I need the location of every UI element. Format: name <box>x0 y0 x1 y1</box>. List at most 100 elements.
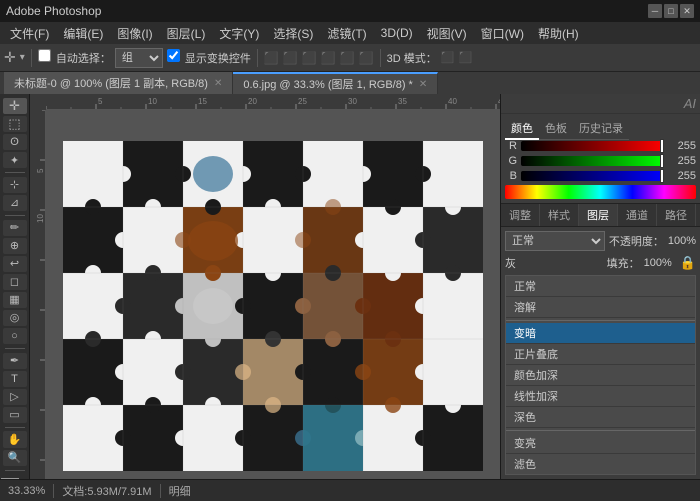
hand-tool[interactable]: ✋ <box>3 431 27 447</box>
r-slider-thumb[interactable] <box>660 139 664 153</box>
auto-select-label: 自动选择： <box>38 49 111 66</box>
ruler-vertical: 5 10 <box>30 110 46 501</box>
minimize-button[interactable]: ─ <box>648 4 662 18</box>
zoom-tool[interactable]: 🔍 <box>3 450 27 466</box>
menu-bar: 文件(F) 编辑(E) 图像(I) 图层(L) 文字(Y) 选择(S) 滤镜(T… <box>0 22 700 44</box>
eyedropper-tool[interactable]: ⊿ <box>3 195 27 211</box>
shape-tool[interactable]: ▭ <box>3 407 27 423</box>
tool-sep5 <box>5 470 25 471</box>
layer-options: 正常 不透明度： 100% 灰 填充： 100% 🔒 <box>501 227 700 275</box>
tab-style[interactable]: 样式 <box>540 204 579 226</box>
brush-tool[interactable]: ✏ <box>3 220 27 236</box>
b-slider-row: B 255 <box>505 170 696 182</box>
blend-linear-burn[interactable]: 线性加深 <box>506 386 695 407</box>
align-left-icon[interactable]: ⬛ <box>264 51 279 65</box>
move-tool-icon[interactable]: ✛ <box>4 49 16 66</box>
maximize-button[interactable]: □ <box>664 4 678 18</box>
align-center-icon[interactable]: ⬛ <box>283 51 298 65</box>
wand-tool[interactable]: ✦ <box>3 152 27 168</box>
blend-dark-color[interactable]: 深色 <box>506 407 695 428</box>
menu-layer[interactable]: 图层(L) <box>161 23 212 44</box>
pen-tool[interactable]: ✒ <box>3 353 27 369</box>
zoom-level: 33.33% <box>8 485 45 497</box>
blend-mode-select[interactable]: 正常 <box>505 231 605 251</box>
tab-paths[interactable]: 路径 <box>657 204 696 226</box>
menu-select[interactable]: 选择(S) <box>267 23 319 44</box>
move-tool[interactable]: ✛ <box>3 98 27 114</box>
close-tab2-icon[interactable]: ✕ <box>419 79 427 90</box>
r-slider-track[interactable] <box>521 141 664 151</box>
text-tool[interactable]: T <box>3 371 27 387</box>
title-bar: Adobe Photoshop ─ □ ✕ <box>0 0 700 22</box>
toolbar-sep3 <box>380 49 381 67</box>
show-controls-checkbox[interactable] <box>167 49 180 62</box>
menu-3d[interactable]: 3D(D) <box>375 24 419 42</box>
puzzle-image[interactable] <box>63 141 483 471</box>
align-bottom-icon[interactable]: ⬛ <box>359 51 374 65</box>
canvas-wrapper[interactable] <box>46 110 500 501</box>
puzzle-svg <box>63 141 483 471</box>
menu-text[interactable]: 文字(Y) <box>213 23 265 44</box>
history-brush[interactable]: ↩ <box>3 256 27 272</box>
eraser-tool[interactable]: ◻ <box>3 274 27 290</box>
menu-window[interactable]: 窗口(W) <box>475 23 530 44</box>
menu-edit[interactable]: 编辑(E) <box>57 23 109 44</box>
b-label: B <box>505 170 517 182</box>
menu-help[interactable]: 帮助(H) <box>532 23 585 44</box>
r-slider-row: R 255 <box>505 140 696 152</box>
g-slider-thumb[interactable] <box>660 154 664 168</box>
menu-image[interactable]: 图像(I) <box>111 23 158 44</box>
toolbar-separator <box>31 49 32 67</box>
blur-tool[interactable]: ◎ <box>3 310 27 326</box>
tab-swatches[interactable]: 色板 <box>539 118 573 140</box>
blend-dissolve[interactable]: 溶解 <box>506 297 695 318</box>
menu-view[interactable]: 视图(V) <box>421 23 473 44</box>
close-button[interactable]: ✕ <box>680 4 694 18</box>
svg-text:5: 5 <box>98 97 103 106</box>
canvas-area[interactable]: .rt{fill:#888;font-size:8px;} 5 10 15 20… <box>30 94 500 501</box>
color-panel-tabs: 颜色 色板 历史记录 <box>505 118 696 140</box>
fill-value: 100% <box>644 257 672 269</box>
tab-layers[interactable]: 图层 <box>579 204 618 226</box>
g-slider-track[interactable] <box>521 156 664 166</box>
blend-normal[interactable]: 正常 <box>506 276 695 297</box>
menu-filter[interactable]: 滤镜(T) <box>321 23 372 44</box>
doc-tab-2[interactable]: 0.6.jpg @ 33.3% (图层 1, RGB/8) * ✕ <box>233 72 438 94</box>
3d-icon2[interactable]: ⬛ <box>458 51 472 64</box>
auto-select-checkbox[interactable] <box>38 49 51 62</box>
blend-screen[interactable]: 滤色 <box>506 454 695 475</box>
crop-tool[interactable]: ⊹ <box>3 177 27 193</box>
blend-mode-list[interactable]: 正常 溶解 变暗 正片叠底 颜色加深 线性加深 深色 变亮 滤色 颜色减淡 线性… <box>505 275 696 475</box>
clone-tool[interactable]: ⊕ <box>3 238 27 254</box>
lock-icon[interactable]: 🔒 <box>680 255 696 271</box>
blend-lighten[interactable]: 变亮 <box>506 433 695 454</box>
color-panel: 颜色 色板 历史记录 R 255 G 255 B <box>501 114 700 204</box>
b-slider-track[interactable] <box>521 171 664 181</box>
blend-multiply[interactable]: 正片叠底 <box>506 344 695 365</box>
toolbar-arrow[interactable]: ▾ <box>20 52 25 63</box>
blend-color-burn[interactable]: 颜色加深 <box>506 365 695 386</box>
color-spectrum[interactable] <box>505 185 696 199</box>
menu-file[interactable]: 文件(F) <box>4 23 55 44</box>
lasso-tool[interactable]: ʘ <box>3 134 27 150</box>
doc-tab-1[interactable]: 未标题-0 @ 100% (图层 1 副本, RGB/8) ✕ <box>4 72 233 94</box>
path-tool[interactable]: ▷ <box>3 389 27 405</box>
close-tab-icon[interactable]: ✕ <box>214 78 222 89</box>
align-middle-icon[interactable]: ⬛ <box>340 51 355 65</box>
tab-history[interactable]: 历史记录 <box>573 118 629 140</box>
right-panel: AI 颜色 色板 历史记录 R 255 G 255 <box>500 94 700 501</box>
gradient-tool[interactable]: ▦ <box>3 292 27 308</box>
fill-label: 灰 <box>505 255 533 271</box>
b-slider-thumb[interactable] <box>660 169 664 183</box>
selection-tool[interactable]: ⬚ <box>3 116 27 132</box>
tab-color[interactable]: 颜色 <box>505 118 539 140</box>
auto-select-dropdown[interactable]: 组 图层 <box>115 48 163 68</box>
3d-icon1[interactable]: ⬛ <box>441 51 455 64</box>
tab-adjust[interactable]: 调整 <box>501 204 540 226</box>
dodge-tool[interactable]: ○ <box>3 328 27 344</box>
tab-channels[interactable]: 通道 <box>618 204 657 226</box>
r-value: 255 <box>668 140 696 152</box>
align-right-icon[interactable]: ⬛ <box>302 51 317 65</box>
blend-darken[interactable]: 变暗 <box>506 323 695 344</box>
align-top-icon[interactable]: ⬛ <box>321 51 336 65</box>
